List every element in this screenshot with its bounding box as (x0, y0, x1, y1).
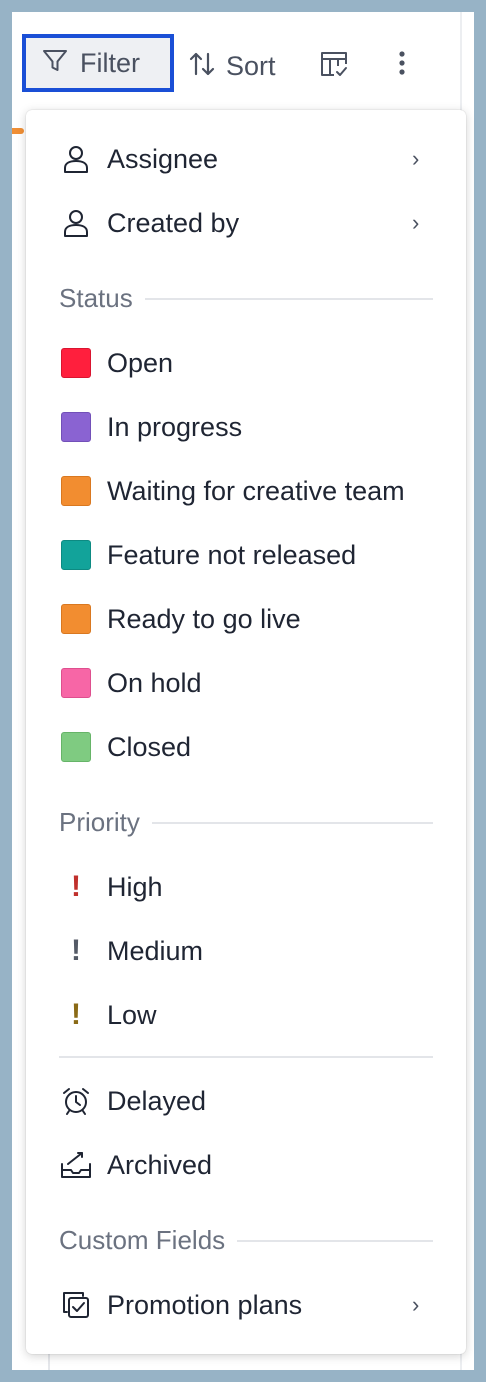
filter-item-promotion-plans[interactable]: Promotion plans › (26, 1275, 466, 1335)
status-color-swatch (61, 540, 91, 570)
menu-divider (59, 1056, 433, 1058)
priority-option-high[interactable]: ! High (26, 857, 466, 917)
status-option-label: Ready to go live (107, 603, 301, 634)
chevron-right-icon: › (412, 146, 420, 171)
priority-option-label: High (107, 871, 163, 902)
filter-menu: Assignee › Created by › Status Open In p… (26, 110, 466, 1354)
archive-tray-icon (60, 1149, 92, 1181)
priority-option-medium[interactable]: ! Medium (26, 921, 466, 981)
filter-item-label: Delayed (107, 1085, 207, 1116)
filter-item-archived[interactable]: Archived (26, 1135, 466, 1195)
exclamation-icon: ! (71, 934, 81, 967)
section-header-custom-fields: Custom Fields (59, 1225, 433, 1256)
column-settings-button[interactable] (318, 50, 350, 82)
status-color-swatch (61, 476, 91, 506)
section-rule (151, 821, 433, 824)
filter-icon (42, 48, 68, 79)
filter-item-label: Promotion plans (107, 1289, 303, 1320)
filter-label: Filter (80, 47, 140, 78)
status-option-waiting-for-creative-team[interactable]: Waiting for creative team (26, 461, 466, 521)
user-icon (60, 207, 92, 239)
status-option-label: On hold (107, 667, 202, 698)
status-option-label: Feature not released (107, 539, 357, 570)
more-options-button[interactable] (392, 48, 412, 82)
filter-item-created-by[interactable]: Created by › (26, 193, 466, 253)
user-icon (60, 143, 92, 175)
section-header-priority: Priority (59, 807, 433, 838)
exclamation-icon: ! (71, 998, 81, 1031)
exclamation-icon: ! (71, 870, 81, 903)
priority-option-label: Low (107, 999, 157, 1030)
section-header-status: Status (59, 283, 433, 314)
status-option-in-progress[interactable]: In progress (26, 397, 466, 457)
filter-item-delayed[interactable]: Delayed (26, 1071, 466, 1131)
status-option-on-hold[interactable]: On hold (26, 653, 466, 713)
sort-button[interactable]: Sort (188, 46, 276, 86)
section-title: Priority (59, 807, 140, 837)
status-option-label: Open (107, 347, 174, 378)
filter-item-label: Assignee (107, 143, 219, 174)
status-color-swatch (61, 412, 91, 442)
status-option-label: In progress (107, 411, 243, 442)
status-color-swatch (61, 348, 91, 378)
status-color-swatch (61, 604, 91, 634)
table-columns-icon (318, 48, 350, 85)
priority-option-label: Medium (107, 935, 204, 966)
status-option-label: Waiting for creative team (107, 475, 405, 506)
status-option-ready-to-go-live[interactable]: Ready to go live (26, 589, 466, 649)
chevron-right-icon: › (412, 210, 420, 235)
status-color-swatch (61, 732, 91, 762)
status-color-swatch (61, 668, 91, 698)
kebab-menu-icon (398, 50, 406, 81)
priority-option-low[interactable]: ! Low (26, 985, 466, 1045)
filter-item-label: Created by (107, 207, 240, 238)
background-status-indicator (12, 128, 24, 134)
chevron-right-icon: › (412, 1292, 420, 1317)
status-option-feature-not-released[interactable]: Feature not released (26, 525, 466, 585)
checkbox-stack-icon (60, 1289, 92, 1321)
section-rule (237, 1239, 433, 1242)
status-option-closed[interactable]: Closed (26, 717, 466, 777)
filter-item-label: Archived (107, 1149, 213, 1180)
section-rule (144, 297, 433, 300)
section-title: Custom Fields (59, 1225, 226, 1255)
section-title: Status (59, 283, 133, 313)
sort-arrows-icon (188, 50, 216, 83)
status-option-label: Closed (107, 731, 192, 762)
filter-item-assignee[interactable]: Assignee › (26, 129, 466, 189)
alarm-clock-icon (60, 1085, 92, 1117)
status-option-open[interactable]: Open (26, 333, 466, 393)
sort-label: Sort (226, 50, 276, 81)
filter-button[interactable]: Filter (22, 34, 174, 92)
